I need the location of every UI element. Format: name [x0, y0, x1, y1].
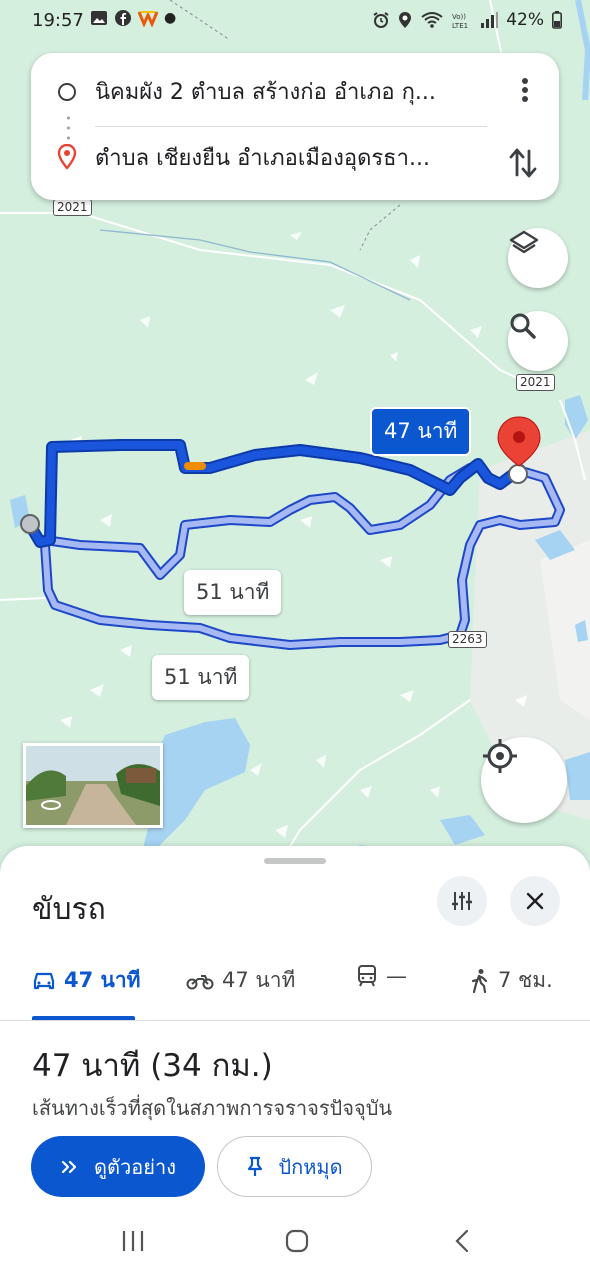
- preview-button-label: ดูตัวอย่าง: [94, 1154, 176, 1179]
- status-bar: 19:57 ● Vo)) LTE1 42%: [0, 0, 590, 44]
- route-options-button[interactable]: [437, 876, 487, 926]
- walk-icon: [471, 968, 488, 993]
- directions-card: นิคมผัง 2 ตำบล สร้างก่อ อำเภอ กุ... ตำบล…: [31, 53, 559, 200]
- origin-field[interactable]: นิคมผัง 2 ตำบล สร้างก่อ อำเภอ กุ...: [95, 74, 436, 109]
- crosshair-icon: [483, 739, 517, 773]
- preview-button[interactable]: ดูตัวอย่าง: [31, 1136, 205, 1197]
- svg-text:Vo)): Vo)): [452, 13, 466, 21]
- signal-icon: [481, 12, 499, 28]
- tab-driving[interactable]: 47 นาที: [32, 964, 141, 997]
- destination-pin-icon: [57, 144, 77, 170]
- facebook-icon: [115, 10, 131, 26]
- pin-button-label: ปักหมุด: [278, 1154, 343, 1179]
- bottom-sheet: ขับรถ 47 นาที 47 นาที — 7 ชม. 47 นาที (3…: [0, 846, 590, 1280]
- origin-circle-icon: [58, 83, 76, 101]
- pushpin-icon: [248, 1156, 263, 1176]
- tab-motorcycle[interactable]: 47 นาที: [186, 964, 295, 997]
- status-time: 19:57: [32, 10, 84, 31]
- route-alt-label[interactable]: 51 นาที: [184, 570, 282, 615]
- back-icon[interactable]: [450, 1228, 476, 1254]
- layers-icon: [509, 230, 539, 254]
- tab-transit-label: —: [386, 964, 407, 988]
- pin-button[interactable]: ปักหมุด: [217, 1136, 372, 1197]
- gallery-icon: [91, 11, 107, 25]
- battery-percent: 42%: [506, 10, 544, 30]
- road-shield: 2021: [516, 374, 555, 391]
- wifi-icon: [421, 12, 443, 28]
- alarm-icon: [373, 12, 389, 28]
- route-summary: 47 นาที (34 กม.): [32, 1048, 273, 1084]
- tab-walking-label: 7 ชม.: [498, 968, 553, 992]
- travel-mode-tabs: 47 นาที 47 นาที — 7 ชม.: [0, 948, 590, 1021]
- close-icon: [526, 892, 544, 910]
- app-icon: [138, 11, 158, 27]
- tab-transit[interactable]: —: [356, 964, 407, 988]
- road-shield: 2021: [53, 199, 92, 216]
- route-alt-label[interactable]: 51 นาที: [152, 655, 250, 700]
- search-icon: [510, 313, 536, 339]
- start-point: [20, 514, 40, 534]
- home-icon[interactable]: [284, 1228, 310, 1254]
- volte-icon: Vo))LTE1: [452, 13, 468, 29]
- rotate-360-icon: [41, 800, 61, 810]
- svg-text:LTE1: LTE1: [452, 22, 468, 29]
- origin-row[interactable]: นิคมผัง 2 ตำบล สร้างก่อ อำเภอ กุ...: [31, 61, 559, 121]
- layers-button[interactable]: [508, 228, 568, 288]
- tab-motorcycle-label: 47 นาที: [222, 968, 296, 992]
- recent-apps-icon[interactable]: [120, 1228, 146, 1254]
- active-tab-indicator: [32, 1016, 135, 1020]
- dot-icon: ●: [164, 10, 177, 26]
- route-description: เส้นทางเร็วที่สุดในสภาพการจราจรปัจจุบัน: [32, 1096, 393, 1120]
- destination-field[interactable]: ตำบล เชียงยืน อำเภอเมืองอุดรธา...: [95, 140, 430, 175]
- motorcycle-icon: [186, 974, 214, 989]
- sheet-title: ขับรถ: [32, 892, 106, 927]
- my-location-button[interactable]: [481, 737, 567, 823]
- double-chevron-right-icon: [61, 1160, 77, 1173]
- street-view-thumbnail[interactable]: [23, 743, 163, 828]
- tune-icon: [452, 892, 472, 910]
- more-options-icon[interactable]: [513, 75, 537, 105]
- close-button[interactable]: [510, 876, 560, 926]
- location-icon: [399, 12, 412, 28]
- tab-driving-label: 47 นาที: [64, 968, 141, 992]
- search-button[interactable]: [508, 311, 568, 371]
- train-icon: [358, 965, 376, 987]
- battery-icon: [552, 11, 562, 29]
- route-main-label[interactable]: 47 นาที: [370, 407, 472, 456]
- tab-walking[interactable]: 7 ชม.: [470, 964, 553, 997]
- drag-handle[interactable]: [264, 858, 326, 864]
- road-shield: 2263: [448, 631, 487, 648]
- car-icon: [33, 972, 55, 989]
- swap-icon[interactable]: [507, 145, 539, 181]
- system-nav-bar: [0, 1210, 590, 1280]
- destination-row[interactable]: ตำบล เชียงยืน อำเภอเมืองอุดรธา...: [31, 127, 559, 187]
